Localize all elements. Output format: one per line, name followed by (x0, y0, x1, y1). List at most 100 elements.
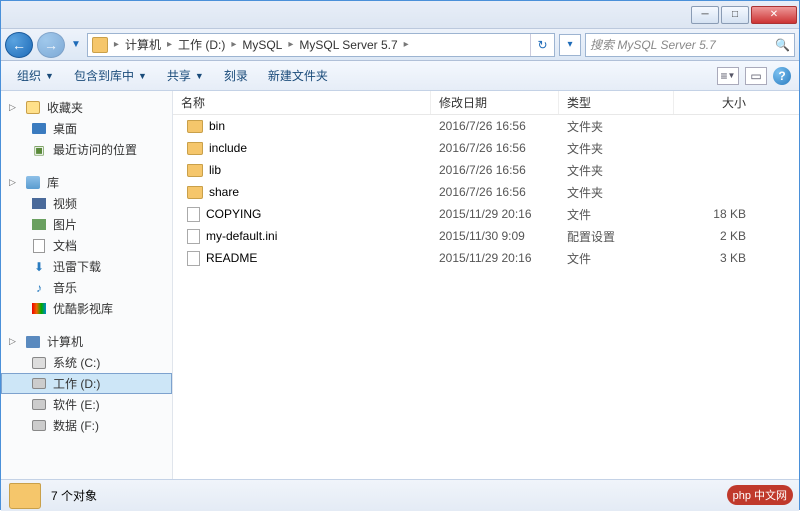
history-dropdown-icon[interactable]: ▼ (69, 39, 83, 50)
sidebar-item-recent[interactable]: ▣最近访问的位置 (1, 139, 172, 160)
crumb-mysql-server[interactable]: MySQL Server 5.7 (295, 34, 401, 56)
watermark: php 中文网 (727, 485, 793, 505)
sidebar-item-thunder[interactable]: ⬇迅雷下载 (1, 256, 172, 277)
library-icon (26, 176, 40, 189)
file-date: 2015/11/29 20:16 (431, 207, 559, 221)
file-date: 2016/7/26 16:56 (431, 141, 559, 155)
file-name: my-default.ini (206, 229, 277, 243)
search-icon[interactable]: 🔍 (775, 38, 790, 52)
file-name: lib (209, 163, 221, 177)
chevron-right-icon[interactable]: ▸ (165, 39, 174, 50)
file-type: 文件夹 (559, 162, 674, 179)
sidebar-item-drive-c[interactable]: 系统 (C:) (1, 352, 172, 373)
file-row[interactable]: README2015/11/29 20:16文件3 KB (173, 247, 799, 269)
file-size: 18 KB (674, 207, 754, 221)
file-icon (187, 207, 200, 222)
crumb-mysql[interactable]: MySQL (238, 34, 286, 56)
sidebar-item-youku[interactable]: 优酷影视库 (1, 298, 172, 319)
breadcrumb[interactable]: ▸ 计算机 ▸ 工作 (D:) ▸ MySQL ▸ MySQL Server 5… (87, 33, 555, 57)
col-date[interactable]: 修改日期 (431, 91, 559, 114)
sidebar-item-drive-d[interactable]: 工作 (D:) (1, 373, 172, 394)
file-type: 文件 (559, 206, 674, 223)
sidebar-item-music[interactable]: ♪音乐 (1, 277, 172, 298)
file-date: 2015/11/30 9:09 (431, 229, 559, 243)
sidebar-item-videos[interactable]: 视频 (1, 193, 172, 214)
back-button[interactable]: ← (5, 32, 33, 58)
new-folder-button[interactable]: 新建文件夹 (260, 63, 336, 88)
close-button[interactable]: ✕ (751, 6, 797, 24)
file-name: share (209, 185, 239, 199)
desktop-icon (32, 123, 46, 134)
sidebar-item-drive-f[interactable]: 数据 (F:) (1, 415, 172, 436)
file-type: 文件夹 (559, 118, 674, 135)
file-type: 配置设置 (559, 228, 674, 245)
file-name: bin (209, 119, 225, 133)
chevron-right-icon[interactable]: ▸ (286, 39, 295, 50)
chevron-right-icon[interactable]: ▸ (112, 39, 121, 50)
chevron-right-icon[interactable]: ▸ (402, 39, 411, 50)
search-input[interactable]: 搜索 MySQL Server 5.7 🔍 (585, 33, 795, 57)
address-bar: ← → ▼ ▸ 计算机 ▸ 工作 (D:) ▸ MySQL ▸ MySQL Se… (1, 29, 799, 61)
view-options-button[interactable]: ≡ ▼ (717, 67, 739, 85)
recent-locations-button[interactable]: ▾ (559, 34, 581, 56)
maximize-button[interactable]: □ (721, 6, 749, 24)
sidebar-item-drive-e[interactable]: 软件 (E:) (1, 394, 172, 415)
minimize-button[interactable]: ─ (691, 6, 719, 24)
burn-button[interactable]: 刻录 (216, 63, 256, 88)
col-size[interactable]: 大小 (674, 91, 754, 114)
star-icon (26, 101, 40, 114)
organize-button[interactable]: 组织▼ (9, 63, 62, 88)
collapse-icon[interactable]: ▷ (9, 177, 19, 188)
collapse-icon[interactable]: ▷ (9, 102, 19, 113)
drive-icon (32, 378, 46, 389)
refresh-button[interactable]: ↻ (530, 34, 554, 56)
libraries-group[interactable]: ▷库 (1, 172, 172, 193)
col-name[interactable]: 名称 (173, 91, 431, 114)
file-size: 3 KB (674, 251, 754, 265)
file-list: 名称 修改日期 类型 大小 bin2016/7/26 16:56文件夹inclu… (173, 91, 799, 479)
file-row[interactable]: bin 2016/7/26 16:56文件夹 (173, 115, 799, 137)
file-icon (187, 229, 200, 244)
file-date: 2016/7/26 16:56 (431, 119, 559, 133)
sidebar-item-desktop[interactable]: 桌面 (1, 118, 172, 139)
computer-group[interactable]: ▷计算机 (1, 331, 172, 352)
preview-pane-button[interactable]: ▭ (745, 67, 767, 85)
folder-icon (187, 186, 203, 199)
file-date: 2016/7/26 16:56 (431, 163, 559, 177)
share-button[interactable]: 共享▼ (159, 63, 212, 88)
col-type[interactable]: 类型 (559, 91, 674, 114)
picture-icon (32, 219, 46, 230)
computer-icon (26, 336, 40, 348)
sidebar-item-pictures[interactable]: 图片 (1, 214, 172, 235)
file-name: include (209, 141, 247, 155)
sidebar-item-documents[interactable]: 文档 (1, 235, 172, 256)
search-placeholder: 搜索 MySQL Server 5.7 (590, 36, 716, 53)
status-text: 7 个对象 (51, 487, 97, 504)
folder-icon (92, 37, 108, 53)
file-row[interactable]: my-default.ini 2015/11/30 9:09配置设置2 KB (173, 225, 799, 247)
chevron-right-icon[interactable]: ▸ (229, 39, 238, 50)
music-icon: ♪ (31, 280, 47, 296)
folder-icon (9, 483, 41, 509)
include-in-library-button[interactable]: 包含到库中▼ (66, 63, 155, 88)
file-name: README (206, 251, 257, 265)
file-row[interactable]: lib 2016/7/26 16:56文件夹 (173, 159, 799, 181)
file-size: 2 KB (674, 229, 754, 243)
crumb-drive-d[interactable]: 工作 (D:) (174, 34, 229, 56)
navigation-pane: ▷收藏夹 桌面 ▣最近访问的位置 ▷库 视频 图片 文档 ⬇迅雷下载 ♪音乐 优… (1, 91, 173, 479)
status-bar: 7 个对象 (1, 479, 799, 511)
file-date: 2016/7/26 16:56 (431, 185, 559, 199)
file-type: 文件 (559, 250, 674, 267)
file-row[interactable]: share2016/7/26 16:56文件夹 (173, 181, 799, 203)
forward-button[interactable]: → (37, 32, 65, 58)
collapse-icon[interactable]: ▷ (9, 336, 19, 347)
file-type: 文件夹 (559, 140, 674, 157)
help-icon[interactable]: ? (773, 67, 791, 85)
file-row[interactable]: include 2016/7/26 16:56文件夹 (173, 137, 799, 159)
favorites-group[interactable]: ▷收藏夹 (1, 97, 172, 118)
drive-icon (32, 399, 46, 410)
crumb-computer[interactable]: 计算机 (121, 34, 165, 56)
download-icon: ⬇ (31, 259, 47, 275)
file-row[interactable]: COPYING2015/11/29 20:16文件18 KB (173, 203, 799, 225)
window-controls: ─ □ ✕ (691, 6, 797, 24)
